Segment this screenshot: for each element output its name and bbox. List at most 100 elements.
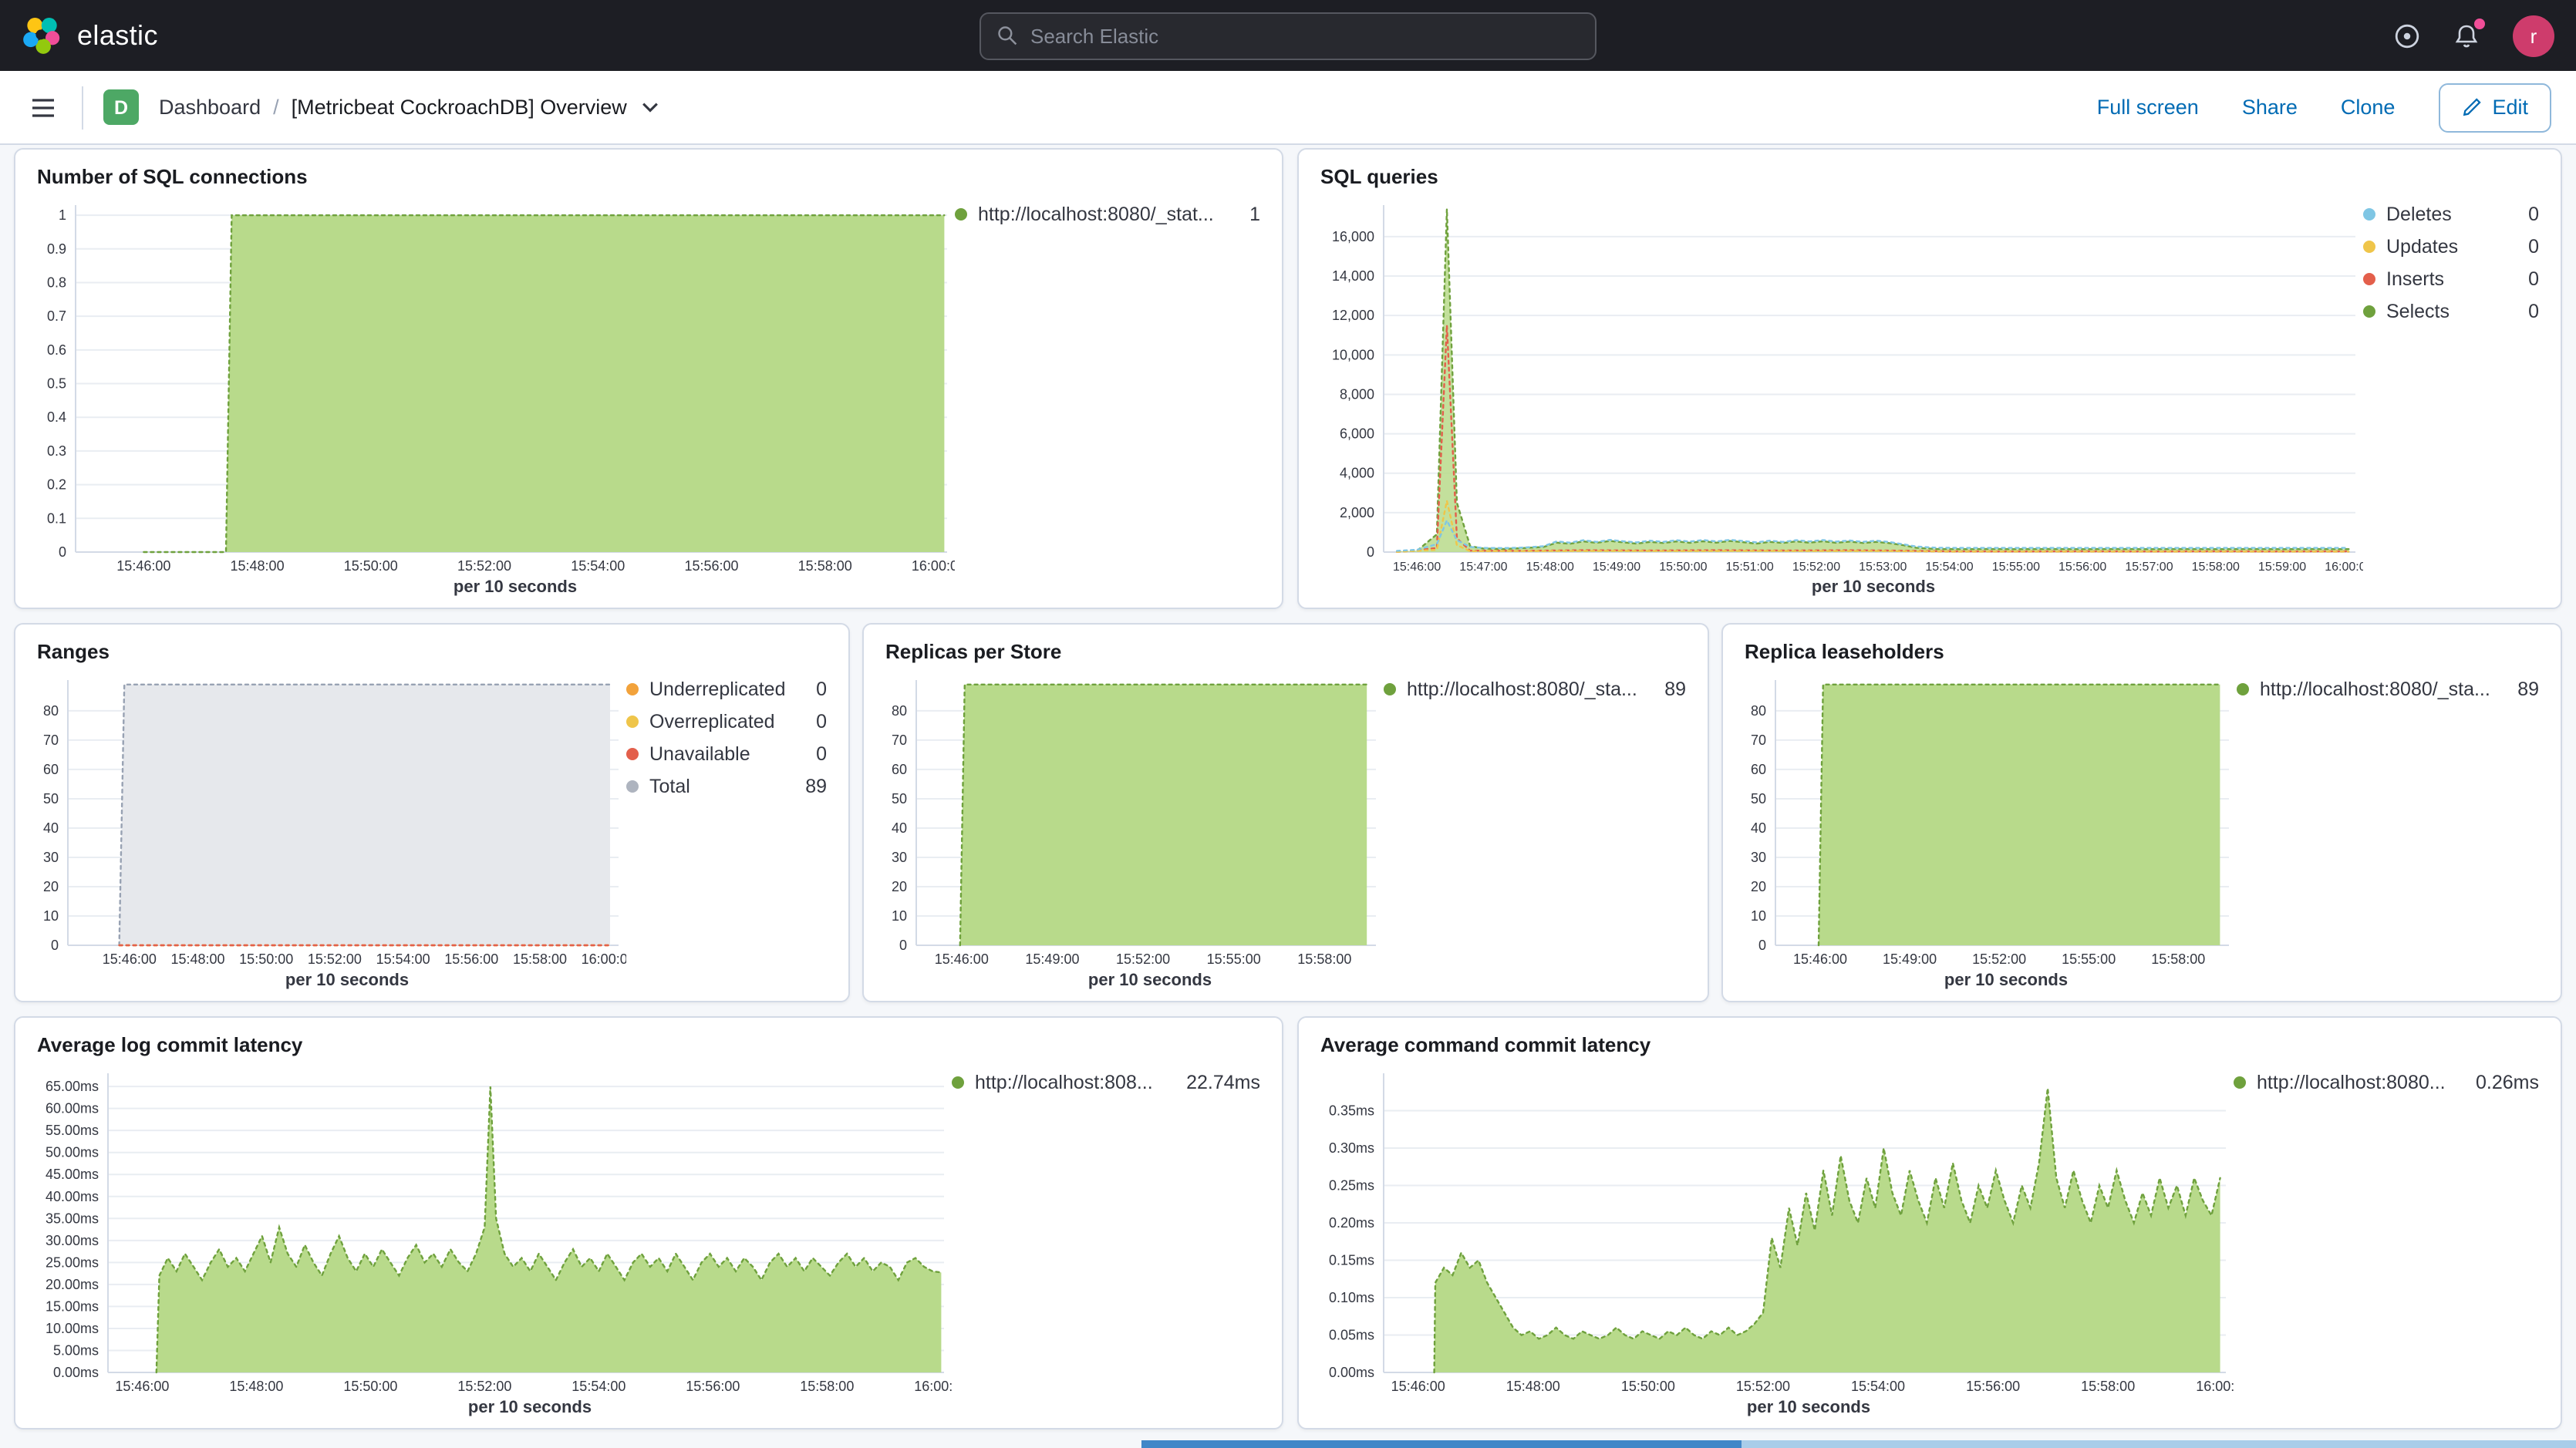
legend-value: 0 [807, 711, 827, 732]
svg-text:15.00ms: 15.00ms [46, 1298, 99, 1314]
legend-label: http://localhost:8080/_stat... [978, 204, 1214, 225]
legend-value: 89 [2508, 679, 2539, 700]
chart-legend: http://localhost:8080/_stat...1 [955, 197, 1260, 601]
legend-item[interactable]: Underreplicated0 [626, 679, 827, 700]
chart-legend: Underreplicated0 Overreplicated0 Unavailab… [626, 672, 827, 995]
panel-title[interactable]: Replica leaseholders [1745, 637, 2539, 672]
legend-item[interactable]: Inserts0 [2363, 268, 2539, 290]
svg-text:15:52:00: 15:52:00 [457, 558, 511, 574]
kibana-app: elastic r D Das [0, 0, 2576, 1448]
nav-left: elastic [22, 15, 484, 56]
svg-text:0.25ms: 0.25ms [1329, 1178, 1374, 1194]
panel-replicas-per-store: Replicas per Store 0102030405060708015:4… [862, 623, 1709, 1002]
svg-text:6,000: 6,000 [1340, 426, 1374, 442]
chart-legend: http://localhost:8080...0.26ms [2234, 1066, 2539, 1422]
svg-text:0.1: 0.1 [47, 510, 66, 526]
notifications-icon[interactable] [2454, 22, 2479, 49]
legend-value: 22.74ms [1177, 1072, 1260, 1093]
space-badge[interactable]: D [103, 89, 139, 125]
svg-text:40: 40 [1751, 820, 1766, 836]
svg-text:0.9: 0.9 [47, 241, 66, 257]
legend-label: http://localhost:8080/_sta... [1407, 679, 1637, 700]
menu-icon[interactable] [25, 90, 62, 124]
nav-center [484, 12, 2092, 59]
legend-item[interactable]: Total89 [626, 776, 827, 797]
legend-item[interactable]: Unavailable0 [626, 743, 827, 765]
legend-label: Deletes [2386, 204, 2452, 225]
panel-title[interactable]: Ranges [37, 637, 827, 672]
svg-text:15:55:00: 15:55:00 [1992, 561, 2040, 574]
svg-text:15:46:00: 15:46:00 [935, 951, 989, 967]
svg-text:10: 10 [892, 908, 907, 924]
search-icon [996, 25, 1018, 46]
svg-text:15:54:00: 15:54:00 [1851, 1379, 1905, 1394]
chevron-down-icon[interactable] [642, 102, 659, 113]
panel-title[interactable]: SQL queries [1320, 162, 2539, 197]
replica-leaseholders-chart[interactable]: 0102030405060708015:46:0015:49:0015:52:0… [1745, 672, 2237, 970]
legend-item[interactable]: http://localhost:808...22.74ms [952, 1072, 1260, 1093]
panel-number-of-sql-connections: Number of SQL connections 00.10.20.30.40… [14, 148, 1283, 609]
legend-item[interactable]: Deletes0 [2363, 204, 2539, 225]
ranges-chart[interactable]: 0102030405060708015:46:0015:48:0015:50:0… [37, 672, 626, 970]
svg-text:80: 80 [43, 703, 59, 719]
svg-text:20: 20 [43, 879, 59, 894]
horizontal-scrollbar[interactable] [0, 1440, 2576, 1448]
svg-text:0.20ms: 0.20ms [1329, 1215, 1374, 1231]
user-avatar[interactable]: r [2513, 15, 2554, 56]
panel-average-command-commit-latency: Average command commit latency 0.00ms0.0… [1297, 1016, 2562, 1429]
log-commit-latency-chart[interactable]: 0.00ms5.00ms10.00ms15.00ms20.00ms25.00ms… [37, 1066, 952, 1397]
x-axis-title: per 10 seconds [1320, 1397, 2234, 1422]
clone-button[interactable]: Clone [2341, 96, 2396, 119]
svg-text:20.00ms: 20.00ms [46, 1277, 99, 1292]
page-title: [Metricbeat CockroachDB] Overview [292, 96, 627, 119]
legend-value: 0 [807, 743, 827, 765]
x-axis-title: per 10 seconds [37, 577, 955, 601]
edit-button[interactable]: Edit [2438, 83, 2551, 132]
x-axis-title: per 10 seconds [37, 970, 626, 995]
panel-title[interactable]: Average command commit latency [1320, 1030, 2539, 1066]
svg-text:10: 10 [1751, 908, 1766, 924]
legend-dot [952, 1076, 964, 1089]
svg-text:0.7: 0.7 [47, 308, 66, 324]
nav-right: r [2092, 15, 2554, 56]
replicas-per-store-chart[interactable]: 0102030405060708015:46:0015:49:0015:52:0… [885, 672, 1384, 970]
sql-queries-chart[interactable]: 02,0004,0006,0008,00010,00012,00014,0001… [1320, 197, 2363, 577]
search-input[interactable] [1030, 24, 1580, 47]
elastic-logo-icon[interactable] [22, 15, 62, 56]
legend-item[interactable]: Updates0 [2363, 236, 2539, 258]
sql-connections-chart[interactable]: 00.10.20.30.40.50.60.70.80.9115:46:0015:… [37, 197, 955, 577]
svg-text:15:58:00: 15:58:00 [513, 951, 567, 967]
help-icon[interactable] [2394, 22, 2420, 49]
legend-item[interactable]: http://localhost:8080...0.26ms [2234, 1072, 2539, 1093]
global-search[interactable] [979, 12, 1597, 59]
svg-text:15:48:00: 15:48:00 [170, 951, 224, 967]
panel-title[interactable]: Average log commit latency [37, 1030, 1260, 1066]
svg-text:50: 50 [43, 791, 59, 807]
breadcrumb-separator: / [273, 96, 279, 119]
svg-text:15:56:00: 15:56:00 [2058, 561, 2106, 574]
x-axis-title: per 10 seconds [37, 1397, 952, 1422]
panel-title[interactable]: Number of SQL connections [37, 162, 1260, 197]
svg-text:15:56:00: 15:56:00 [686, 1379, 740, 1394]
panel-title[interactable]: Replicas per Store [885, 637, 1686, 672]
scrollbar-thumb[interactable] [1141, 1440, 1741, 1448]
legend-dot [955, 208, 967, 221]
legend-item[interactable]: http://localhost:8080/_sta...89 [2237, 679, 2539, 700]
legend-item[interactable]: http://localhost:8080/_sta...89 [1384, 679, 1686, 700]
svg-text:15:56:00: 15:56:00 [444, 951, 498, 967]
command-commit-latency-chart[interactable]: 0.00ms0.05ms0.10ms0.15ms0.20ms0.25ms0.30… [1320, 1066, 2234, 1397]
breadcrumb: Dashboard / [Metricbeat CockroachDB] Ove… [159, 96, 659, 119]
svg-text:25.00ms: 25.00ms [46, 1254, 99, 1270]
breadcrumb-dashboard[interactable]: Dashboard [159, 96, 261, 119]
legend-item[interactable]: Overreplicated0 [626, 711, 827, 732]
legend-value: 0 [2519, 301, 2539, 322]
legend-item[interactable]: Selects0 [2363, 301, 2539, 322]
full-screen-button[interactable]: Full screen [2097, 96, 2199, 119]
svg-text:15:46:00: 15:46:00 [1793, 951, 1847, 967]
svg-text:15:54:00: 15:54:00 [1925, 561, 1973, 574]
svg-text:80: 80 [1751, 703, 1766, 719]
svg-text:15:46:00: 15:46:00 [1391, 1379, 1445, 1394]
svg-text:10,000: 10,000 [1332, 347, 1374, 362]
share-button[interactable]: Share [2242, 96, 2298, 119]
legend-item[interactable]: http://localhost:8080/_stat...1 [955, 204, 1260, 225]
